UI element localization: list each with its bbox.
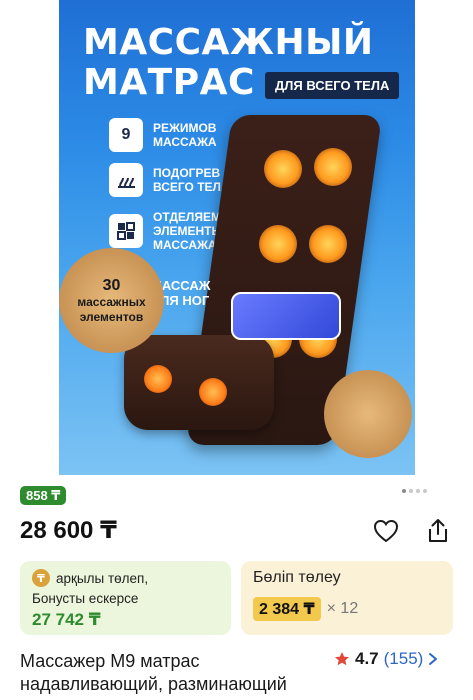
modes-icon: 9: [109, 118, 143, 152]
installment-multiplier: × 12: [326, 600, 359, 617]
image-headline-line2: МАТРАС: [83, 62, 255, 103]
massage-node: [259, 225, 297, 263]
heating-icon: [109, 163, 143, 197]
feature-modes-label: РЕЖИМОВ МАССАЖА: [153, 121, 217, 149]
product-image[interactable]: МАССАЖНЫЙ МАТРАС ДЛЯ ВСЕГО ТЕЛА 9 РЕЖИМО…: [59, 0, 415, 475]
installment-title: Бөліп төлеу: [253, 569, 341, 586]
image-headline-line1: МАССАЖНЫЙ: [83, 22, 374, 63]
product-price: 28 600 ₸: [20, 517, 117, 544]
chevron-right-icon: [429, 653, 438, 665]
gallery-dot[interactable]: [423, 489, 427, 493]
wood-sample: [324, 370, 412, 458]
puzzle-icon: [109, 214, 143, 248]
gallery-dot[interactable]: [416, 489, 420, 493]
rating-value: 4.7: [355, 649, 379, 668]
feature-modes: 9 РЕЖИМОВ МАССАЖА: [109, 118, 233, 152]
remote-illustration: [231, 292, 341, 340]
installment-amount: 2 384 ₸: [253, 597, 321, 621]
gallery-dot[interactable]: [409, 489, 413, 493]
bonus-price: 27 742 ₸: [32, 610, 101, 629]
rating-link[interactable]: 4.7 (155): [334, 649, 438, 669]
favorite-button[interactable]: [372, 517, 400, 545]
gallery-dot[interactable]: [402, 489, 406, 493]
image-tag: ДЛЯ ВСЕГО ТЕЛА: [265, 72, 400, 99]
bonus-card[interactable]: ₸ арқылы төлеп, Бонусты ескерсе 27 742 ₸: [20, 561, 231, 635]
share-icon: [429, 519, 447, 542]
massage-node: [309, 225, 347, 263]
bonus-badge: 858 ₸: [20, 486, 67, 505]
pay-text: арқылы төлеп,: [56, 570, 149, 586]
reviews-count[interactable]: (155): [384, 649, 424, 669]
massage-node: [314, 148, 352, 186]
elements-count-badge: 30 массажных элементов: [59, 248, 164, 353]
gallery-dots[interactable]: [402, 489, 427, 493]
share-button[interactable]: [424, 517, 452, 545]
foot-node: [199, 378, 227, 406]
star-icon: [335, 652, 349, 666]
elements-count: 30: [102, 276, 121, 294]
heart-icon: [373, 519, 399, 543]
pay-row: ₸ арқылы төлеп,: [32, 569, 219, 587]
payment-logo-icon: ₸: [32, 569, 50, 587]
elements-label: массажных элементов: [77, 294, 146, 324]
installment-card[interactable]: Бөліп төлеу 2 384 ₸ × 12: [241, 561, 453, 635]
bonus-text: Бонусты ескерсе: [32, 591, 139, 606]
massage-node: [264, 150, 302, 188]
installment-row: 2 384 ₸ × 12: [253, 597, 441, 621]
product-title: Массажер М9 матрас надавливающий, размин…: [20, 651, 287, 694]
foot-node: [144, 365, 172, 393]
